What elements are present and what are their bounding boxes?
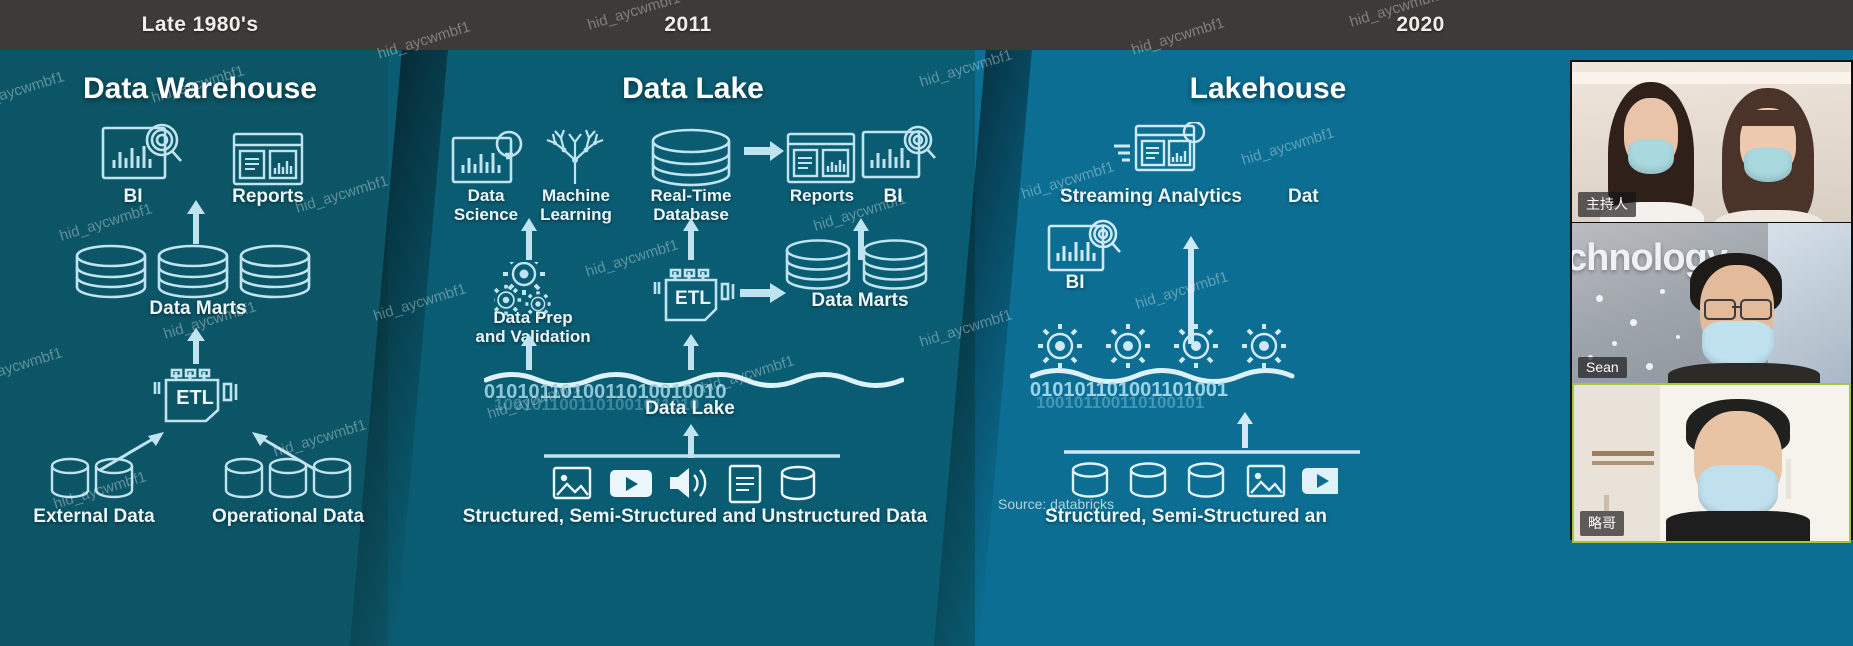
participant-video-panel: 主持人 chnology Sean 略哥 — [1570, 60, 1853, 543]
arrow-up-to-data-marts-icon — [184, 328, 208, 364]
bi-chart-bulb-icon — [450, 130, 528, 186]
source-credit: Source: databricks — [998, 496, 1114, 512]
arrow-up-to-realtime-db-icon — [680, 218, 702, 260]
external-data-cylinders-icon — [48, 456, 140, 504]
sources-bracket-icon — [542, 452, 842, 460]
operational-data-cylinders-icon — [222, 456, 354, 504]
reports-dashboard-icon — [232, 132, 304, 186]
etl-icon: ETL — [648, 268, 740, 326]
node-label-streaming-analytics: Streaming Analytics — [1060, 186, 1242, 207]
etl-icon: ETL — [148, 368, 244, 428]
neural-tree-icon — [540, 126, 610, 186]
node-label-machine-learning: Machine Learning — [540, 186, 612, 225]
node-label-bi: BI — [123, 186, 143, 207]
arrow-up-to-data-prep-icon — [518, 334, 540, 370]
reports-dashboard-icon — [786, 132, 856, 184]
node-label-external-data: External Data — [33, 506, 155, 527]
data-marts-cylinders-icon-2 — [784, 238, 936, 294]
arrow-right-db-to-reports-icon — [744, 140, 786, 162]
realtime-database-cylinder-icon — [648, 128, 734, 190]
node-label-operational-data: Operational Data — [211, 506, 365, 527]
arrow-up-to-etl-icon — [680, 334, 702, 370]
media-sources-icon — [552, 462, 832, 504]
node-label-sources: Structured, Semi-Structured and Unstruct… — [462, 506, 928, 527]
panel-title-data-lake: Data Lake — [622, 72, 764, 105]
sources-bracket-icon-2 — [1062, 448, 1362, 456]
era-header-1: Late 1980's — [0, 0, 400, 50]
participant-tile[interactable]: 主持人 — [1572, 62, 1851, 222]
svg-text:ETL: ETL — [675, 288, 711, 309]
panel-title-lakehouse: Lakehouse — [1189, 72, 1347, 105]
node-label-truncated: Dat — [1288, 186, 1319, 207]
era-header-3: 2020 — [988, 0, 1853, 50]
participant-tile-active-speaker[interactable]: 略哥 — [1572, 383, 1851, 543]
node-label-data-marts-2: Data Marts — [811, 290, 909, 311]
panel-title-data-warehouse: Data Warehouse — [83, 72, 317, 105]
svg-text:100101100110100101: 100101100110100101 — [1036, 393, 1204, 410]
arrow-up-lakehouse-2-icon — [1234, 412, 1256, 448]
node-label-data-lake: Data Lake — [645, 398, 735, 419]
svg-text:ETL: ETL — [176, 387, 214, 409]
participant-name: 主持人 — [1578, 192, 1636, 217]
arrow-up-to-data-science-icon — [518, 218, 540, 260]
node-label-reports: Reports — [232, 186, 304, 207]
bi-chart-magnifier-icon — [860, 124, 940, 182]
node-label-bi-3: BI — [1065, 272, 1085, 293]
node-label-bi-2: BI — [883, 186, 903, 207]
bi-chart-magnifier-icon — [100, 122, 186, 184]
era-header-2: 2011 — [388, 0, 988, 50]
node-label-data-marts: Data Marts — [149, 298, 247, 319]
binary-wave-icon-2: 010101101001101001 100101100110100101 — [1030, 364, 1320, 410]
streaming-dashboard-icon — [1112, 122, 1208, 178]
participant-name: 略哥 — [1580, 511, 1624, 536]
participant-name: Sean — [1578, 357, 1627, 378]
participant-tile[interactable]: chnology Sean — [1572, 222, 1851, 383]
arrow-up-to-bi-icon — [184, 200, 208, 244]
screen-share-view: Late 1980's 2011 2020 Data Warehouse BI … — [0, 0, 1853, 646]
data-marts-cylinders-icon — [72, 243, 324, 303]
bi-chart-magnifier-icon-3 — [1046, 218, 1126, 276]
